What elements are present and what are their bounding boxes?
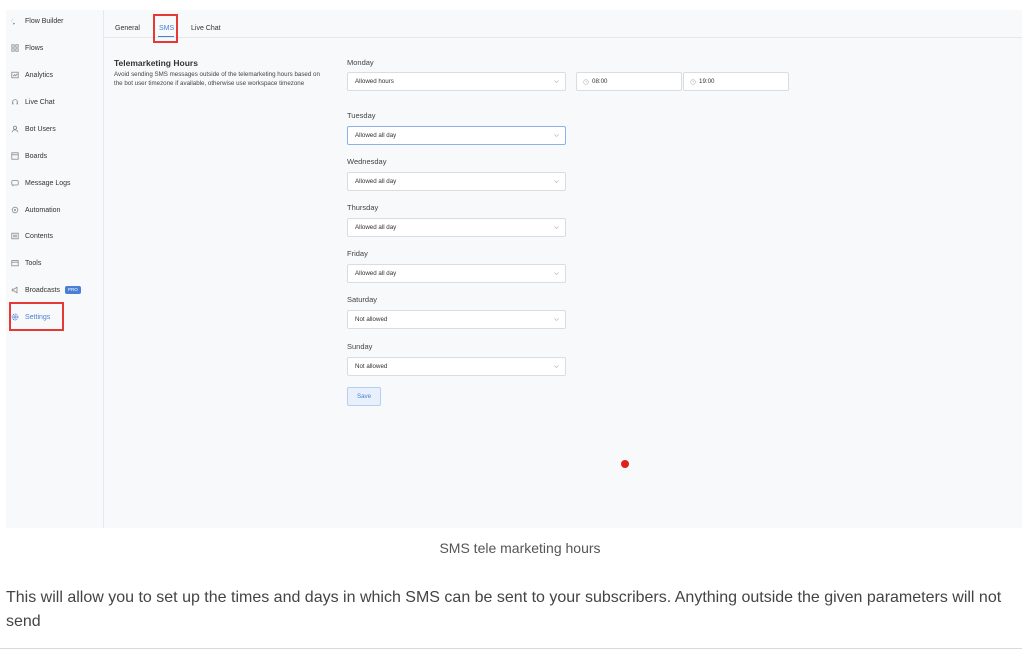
wednesday-select[interactable]: Allowed all day <box>347 172 566 191</box>
sidebar-item-label: Automation <box>25 206 61 214</box>
monday-select[interactable]: Allowed hours <box>347 72 566 91</box>
sidebar-item-bot-users[interactable]: Bot Users <box>10 120 56 138</box>
image-caption: SMS tele marketing hours <box>439 540 601 556</box>
chevron-down-icon <box>554 180 559 184</box>
chevron-down-icon <box>554 318 559 322</box>
board-icon <box>10 152 19 161</box>
sidebar-item-label: Tools <box>25 259 42 267</box>
message-icon <box>10 179 19 188</box>
day-label-monday: Monday <box>347 58 374 67</box>
sunday-select[interactable]: Not allowed <box>347 357 566 376</box>
select-value: Not allowed <box>355 363 388 370</box>
day-label-tuesday: Tuesday <box>347 111 376 120</box>
headset-icon <box>10 98 19 107</box>
user-icon <box>10 125 19 134</box>
tabs-divider <box>104 37 1022 38</box>
chat-bubble-icon <box>10 17 19 26</box>
sidebar-item-label: Bot Users <box>25 125 56 133</box>
tools-icon <box>10 259 19 268</box>
section-title: Telemarketing Hours <box>114 58 198 68</box>
sidebar-item-label: Analytics <box>25 71 54 79</box>
time-value: 08:00 <box>592 78 608 85</box>
screenshot-frame: Flow Builder Flows Analytics Live Chat B… <box>6 10 1022 528</box>
analytics-icon <box>10 71 19 80</box>
sidebar-item-label: Flow Builder <box>25 17 64 25</box>
section-description: Avoid sending SMS messages outside of th… <box>114 71 320 87</box>
sidebar-item-label: Contents <box>25 232 54 240</box>
friday-select[interactable]: Allowed all day <box>347 264 566 283</box>
tab-live-chat[interactable]: Live Chat <box>191 25 221 32</box>
sidebar-item-flow-builder[interactable]: Flow Builder <box>10 12 64 30</box>
save-button[interactable]: Save <box>347 387 381 406</box>
day-label-saturday: Saturday <box>347 295 378 304</box>
sidebar-item-tools[interactable]: Tools <box>10 254 41 272</box>
clock-icon <box>690 78 696 85</box>
settings-highlight-box <box>9 302 64 331</box>
sidebar-item-label: Flows <box>25 44 44 52</box>
sidebar-item-message-logs[interactable]: Message Logs <box>10 174 71 192</box>
chevron-down-icon <box>554 80 559 84</box>
day-label-sunday: Sunday <box>347 342 373 351</box>
sidebar-item-label: Message Logs <box>25 179 71 187</box>
day-label-wednesday: Wednesday <box>347 157 387 166</box>
pro-badge: PRO <box>65 286 81 294</box>
clock-icon <box>583 78 589 85</box>
chevron-down-icon <box>554 272 559 276</box>
sidebar-item-label: Broadcasts <box>25 286 61 294</box>
sidebar-item-analytics[interactable]: Analytics <box>10 66 53 84</box>
day-label-thursday: Thursday <box>347 203 379 212</box>
monday-start-time-input[interactable]: 08:00 <box>576 72 682 91</box>
sidebar-item-live-chat[interactable]: Live Chat <box>10 93 55 111</box>
tuesday-select[interactable]: Allowed all day <box>347 126 566 145</box>
chevron-down-icon <box>554 226 559 230</box>
monday-end-time-input[interactable]: 19:00 <box>683 72 789 91</box>
sidebar-item-label: Live Chat <box>25 98 55 106</box>
saturday-select[interactable]: Not allowed <box>347 310 566 329</box>
sms-tab-highlight-box <box>153 14 178 43</box>
sidebar-item-flows[interactable]: Flows <box>10 39 43 57</box>
thursday-select[interactable]: Allowed all day <box>347 218 566 237</box>
sidebar-item-boards[interactable]: Boards <box>10 147 47 165</box>
contents-icon <box>10 232 19 241</box>
sidebar: Flow Builder Flows Analytics Live Chat B… <box>6 10 104 528</box>
select-value: Not allowed <box>355 316 388 323</box>
chevron-down-icon <box>554 365 559 369</box>
automation-icon <box>10 206 19 215</box>
sidebar-item-broadcasts[interactable]: Broadcasts PRO <box>10 281 81 299</box>
sidebar-item-label: Boards <box>25 152 48 160</box>
day-label-friday: Friday <box>347 249 368 258</box>
grid-icon <box>10 44 19 53</box>
select-value: Allowed all day <box>355 178 397 185</box>
select-value: Allowed all day <box>355 132 397 139</box>
tab-general[interactable]: General <box>115 25 140 32</box>
sidebar-item-contents[interactable]: Contents <box>10 227 53 245</box>
megaphone-icon <box>10 286 19 295</box>
select-value: Allowed all day <box>355 224 397 231</box>
time-value: 19:00 <box>699 78 715 85</box>
sidebar-item-automation[interactable]: Automation <box>10 201 60 219</box>
select-value: Allowed hours <box>355 78 394 85</box>
description-paragraph: This will allow you to set up the times … <box>6 589 1002 630</box>
select-value: Allowed all day <box>355 270 397 277</box>
chevron-down-icon <box>554 134 559 138</box>
cursor-dot <box>621 460 629 468</box>
divider <box>0 648 1022 649</box>
